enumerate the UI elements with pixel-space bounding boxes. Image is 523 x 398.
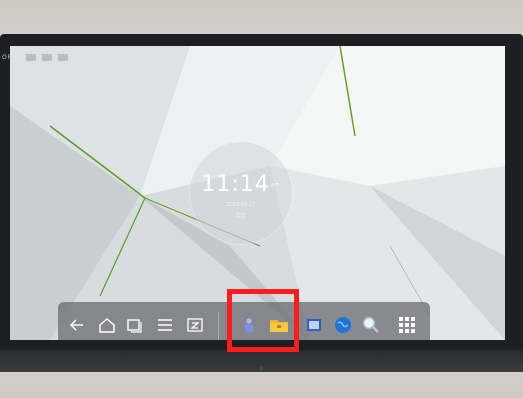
home-icon <box>99 318 115 333</box>
search-magnifier-icon <box>362 316 379 333</box>
clock-time-text: 11:14 <box>201 172 270 197</box>
clock-ampm: am <box>270 182 281 188</box>
browser-app-button[interactable] <box>332 314 354 336</box>
status-indicator <box>42 54 52 61</box>
power-indicator-icon: ◦ <box>259 364 264 373</box>
clock-time: 11:14am <box>190 172 292 197</box>
clock-widget[interactable]: 11:14am 2023-02-17 周五 <box>190 142 292 244</box>
status-indicator <box>26 54 36 61</box>
app-grid-icon <box>399 317 415 333</box>
back-button[interactable] <box>66 314 88 336</box>
highlight-box <box>227 289 299 352</box>
home-button[interactable] <box>96 314 118 336</box>
whiteboard-app-button[interactable] <box>303 314 325 336</box>
clock-date: 2023-02-17 <box>226 202 256 208</box>
status-bar <box>26 54 68 61</box>
recent-windows-icon <box>127 319 142 333</box>
search-app-button[interactable] <box>360 314 382 336</box>
status-indicator <box>58 54 68 61</box>
whiteboard-app-icon <box>307 319 321 331</box>
browser-globe-icon <box>335 317 351 333</box>
annotate-icon <box>187 318 203 332</box>
annotate-button[interactable] <box>184 314 206 336</box>
menu-lines-icon <box>158 319 172 331</box>
recent-windows-button[interactable] <box>124 314 146 336</box>
menu-button[interactable] <box>154 314 176 336</box>
back-arrow-icon <box>69 319 83 331</box>
dock-divider <box>218 312 219 340</box>
app-grid-button[interactable] <box>396 314 418 336</box>
clock-weekday: 周五 <box>235 213 246 219</box>
